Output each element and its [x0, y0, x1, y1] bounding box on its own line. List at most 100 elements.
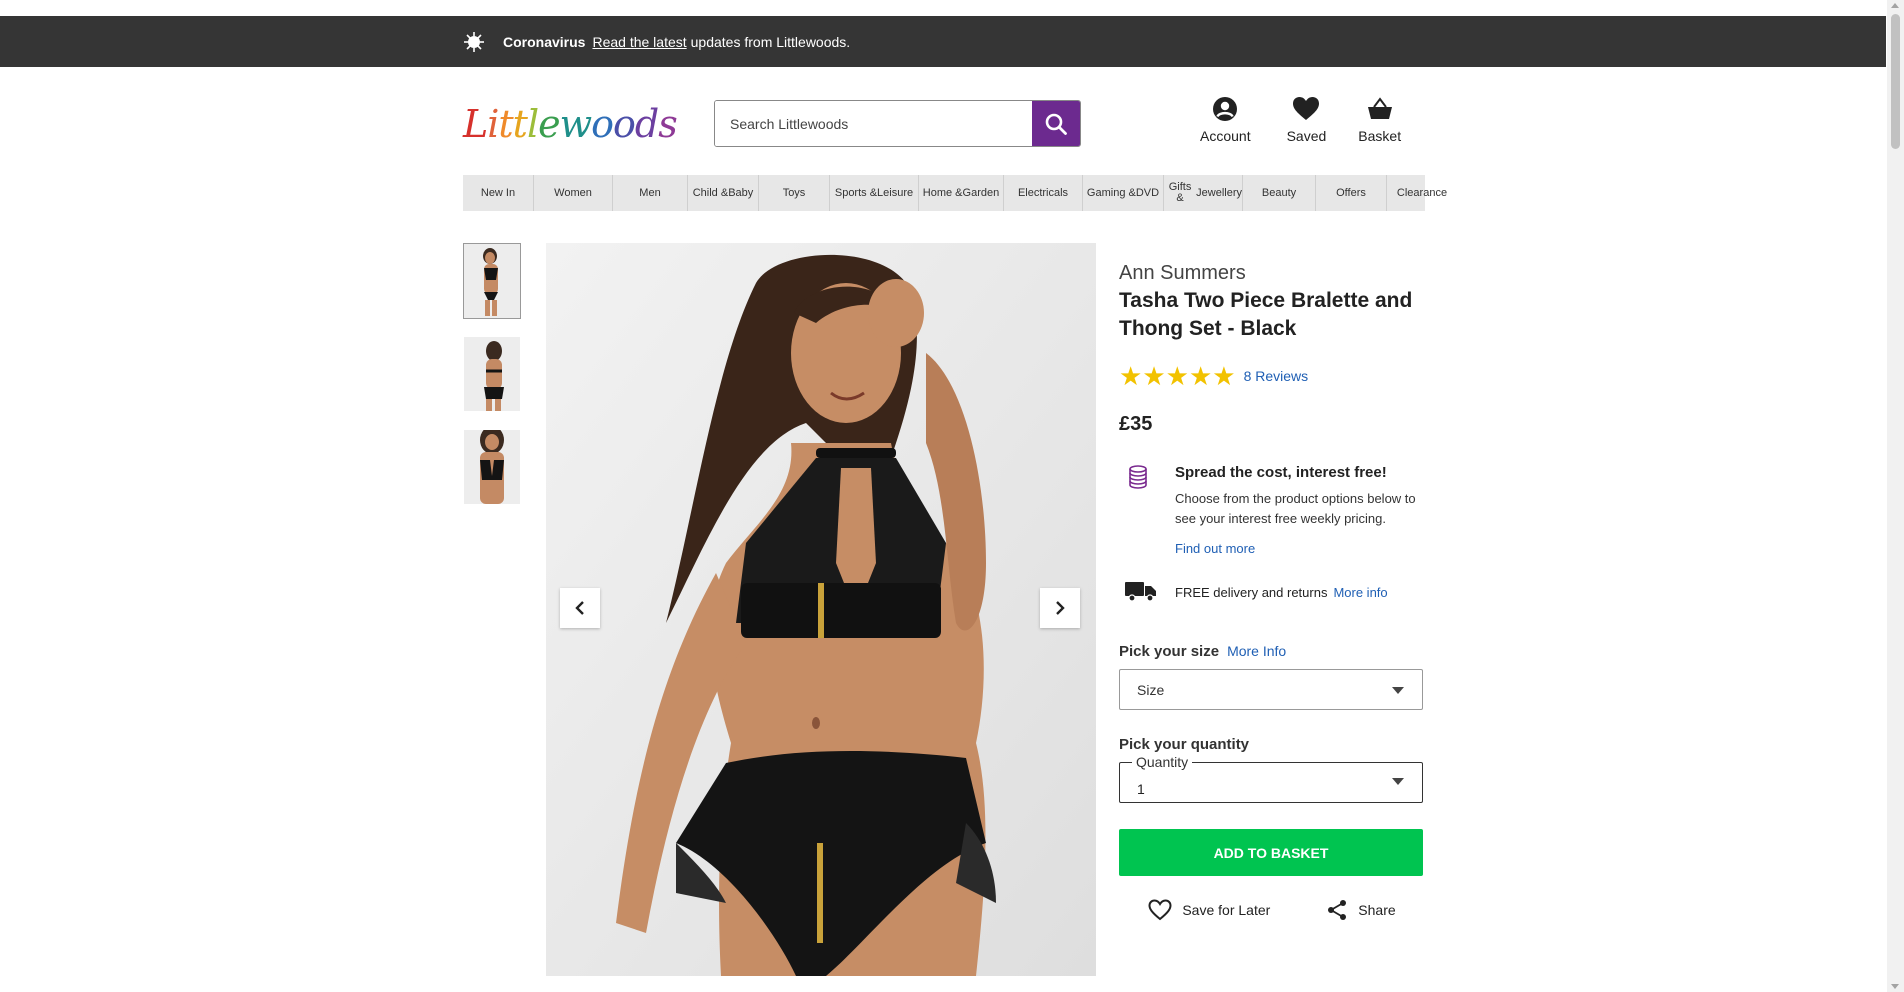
nav-item-label: Offers [1336, 186, 1366, 199]
finance-title: Spread the cost, interest free! [1175, 464, 1387, 481]
chevron-left-icon [575, 601, 584, 615]
logo-letter: w [559, 102, 593, 146]
heart-outline-icon [1148, 899, 1172, 921]
chevron-down-icon [1392, 687, 1404, 694]
nav-item-label: Gaming & [1086, 186, 1136, 199]
save-for-later-label: Save for Later [1182, 902, 1271, 918]
star-icon: ★ [1119, 361, 1143, 391]
scroll-up-arrow-icon[interactable] [1891, 3, 1899, 8]
thumbnail-1[interactable] [463, 243, 521, 319]
size-more-info-link[interactable]: More Info [1227, 643, 1286, 659]
basket-icon [1367, 97, 1392, 119]
account-icon [1213, 97, 1238, 121]
scrollbar-thumb[interactable] [1891, 14, 1900, 149]
thumbnail-image [464, 244, 520, 318]
nav-item-label: Gifts & [1168, 181, 1192, 204]
saved-button[interactable]: Saved [1286, 96, 1327, 144]
add-to-basket-button[interactable]: ADD TO BASKET [1119, 829, 1423, 876]
star-icon: ★ [1188, 361, 1213, 391]
previous-image-button[interactable] [560, 588, 600, 628]
size-select-value: Size [1137, 681, 1165, 698]
star-icon: ★ [1165, 361, 1189, 391]
nav-item-label: Home & [922, 186, 963, 199]
save-for-later-button[interactable]: Save for Later [1148, 899, 1270, 921]
nav-item-label: New In [480, 186, 516, 199]
logo-letter: t [512, 102, 528, 146]
delivery-truck-icon [1125, 582, 1156, 602]
basket-label: Basket [1358, 128, 1402, 144]
saved-label: Saved [1286, 128, 1327, 144]
coins-icon [1129, 465, 1147, 489]
logo-letter: o [591, 102, 614, 146]
nav-item-label-line2: Jewellery [1196, 186, 1242, 199]
page-scrollbar[interactable] [1887, 0, 1904, 992]
size-select[interactable]: Size [1119, 669, 1423, 710]
finance-text: Choose from the product options below to… [1175, 491, 1416, 526]
logo-letter: i [487, 102, 499, 146]
nav-item-label: Clearance [1396, 186, 1448, 199]
delivery-text: FREE delivery and returns [1175, 585, 1328, 600]
find-out-more-link[interactable]: Find out more [1175, 541, 1425, 556]
quantity-label: Pick your quantity [1119, 736, 1250, 753]
product-info: Ann Summers Tasha Two Piece Bralette and… [1119, 262, 1425, 921]
reviews-link[interactable]: 8 Reviews [1244, 368, 1309, 384]
quantity-value: 1 [1137, 781, 1145, 797]
size-label-row: Pick your size More Info [1119, 643, 1425, 660]
nav-item[interactable]: Home & Garden [919, 175, 1004, 211]
share-button[interactable]: Share [1326, 899, 1396, 921]
star-icon: ★ [1142, 361, 1166, 391]
nav-item[interactable]: Toys [759, 175, 830, 211]
coronavirus-icon [464, 31, 484, 52]
account-button[interactable]: Account [1200, 96, 1251, 144]
product-main-image [546, 243, 1096, 976]
littlewoods-logo[interactable]: Littlewoods [463, 96, 678, 146]
nav-item[interactable]: Gaming & DVD [1083, 175, 1164, 211]
share-icon [1328, 900, 1347, 920]
product-brand[interactable]: Ann Summers [1119, 262, 1425, 285]
quantity-select[interactable]: Quantity 1 [1119, 754, 1423, 803]
covid-banner: Coronavirus Read the latest updates from… [0, 16, 1886, 67]
nav-item[interactable]: Men [613, 175, 688, 211]
chevron-down-icon [1392, 778, 1404, 785]
thumbnail-3[interactable] [463, 429, 521, 505]
banner-read-latest-link[interactable]: Read the latest [592, 34, 686, 50]
nav-item-label: Sports & [834, 186, 878, 199]
delivery-more-info-link[interactable]: More info [1333, 585, 1387, 600]
nav-item[interactable]: Gifts & Jewellery [1164, 175, 1243, 211]
nav-item[interactable]: Women [534, 175, 613, 211]
logo-letter: t [498, 102, 513, 146]
star-icon: ★ [1212, 361, 1236, 391]
nav-item[interactable]: New In [463, 175, 534, 211]
banner-title: Coronavirus [503, 33, 586, 50]
next-image-button[interactable] [1040, 588, 1080, 628]
logo-letter: L [463, 102, 488, 146]
nav-item-label-line2: DVD [1135, 186, 1160, 199]
thumbnail-strip [463, 243, 521, 522]
search-bar [714, 100, 1081, 147]
account-label: Account [1200, 128, 1251, 144]
product-title: Tasha Two Piece Bralette and Thong Set -… [1119, 289, 1413, 340]
category-nav: New In Women Men Child & Baby Toys Sports & Lei… [463, 175, 1447, 211]
scroll-down-arrow-icon[interactable] [1891, 984, 1899, 989]
nav-item[interactable]: Child & Baby [688, 175, 759, 211]
product-photo [546, 243, 1096, 976]
nav-item[interactable]: Sports & Leisure [830, 175, 919, 211]
nav-item[interactable]: Clearance [1387, 175, 1457, 211]
logo-letter: e [538, 102, 560, 146]
nav-item-label-line2: Leisure [877, 186, 914, 199]
delivery-block: FREE delivery and returns More info [1119, 580, 1425, 605]
nav-item[interactable]: Offers [1316, 175, 1387, 211]
nav-item[interactable]: Electricals [1004, 175, 1083, 211]
thumbnail-2[interactable] [463, 336, 521, 412]
logo-letter: o [613, 102, 636, 146]
nav-item-label: Beauty [1261, 186, 1297, 199]
basket-button[interactable]: Basket [1358, 96, 1401, 144]
quantity-float-label: Quantity [1132, 754, 1193, 770]
search-input[interactable] [715, 101, 1032, 146]
banner-text: updates from Littlewoods. [690, 33, 851, 50]
search-button[interactable] [1032, 101, 1080, 146]
nav-item[interactable]: Beauty [1243, 175, 1316, 211]
logo-letter: d [634, 102, 659, 146]
nav-item-label: Toys [782, 186, 806, 199]
chevron-right-icon [1056, 601, 1065, 615]
